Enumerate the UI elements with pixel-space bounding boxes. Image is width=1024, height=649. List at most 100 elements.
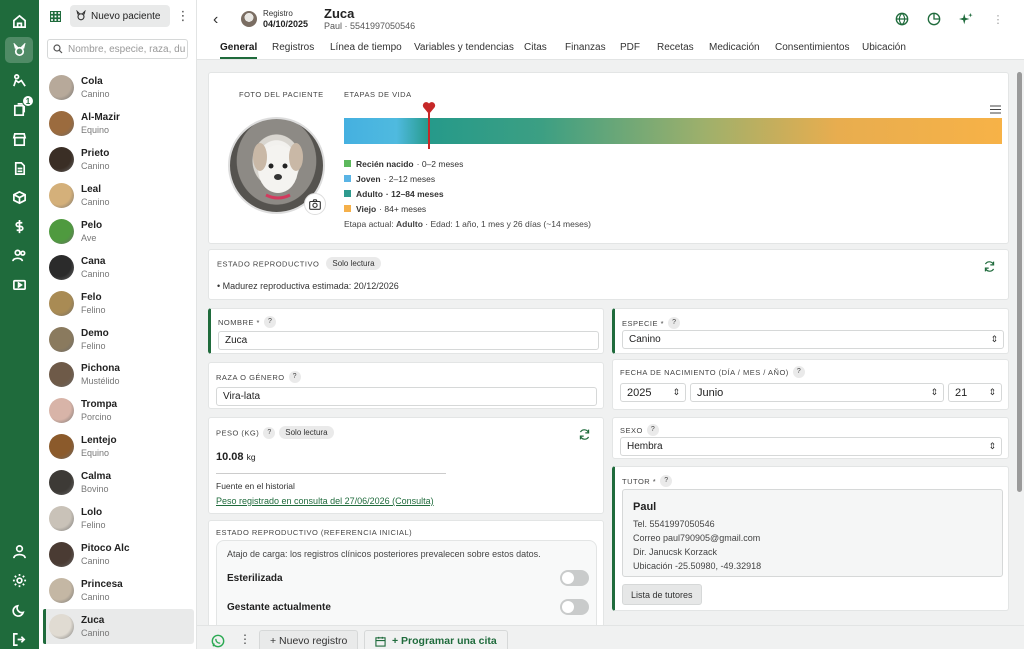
patient-list-item[interactable]: Zuca Canino	[43, 609, 194, 644]
tab-variables[interactable]: Variables y tendencias	[414, 42, 514, 57]
sexo-label: Sexo	[620, 426, 643, 435]
help-icon[interactable]: ?	[263, 426, 276, 439]
back-arrow-icon[interactable]: ‹	[213, 11, 218, 29]
refresh-icon[interactable]	[983, 260, 996, 276]
avatar	[49, 614, 74, 639]
patient-text: Cola Canino	[81, 76, 110, 99]
raza-input[interactable]: Vira-lata	[216, 387, 597, 406]
patient-list-item[interactable]: Cana Canino	[43, 250, 194, 285]
gestante-toggle[interactable]	[560, 599, 589, 615]
dollar-icon[interactable]	[9, 216, 29, 236]
patient-name: Zuca	[324, 6, 355, 21]
patient-list-item[interactable]: Calma Bovino	[43, 465, 194, 500]
schedule-appointment-button[interactable]: + Programar una cita	[364, 630, 508, 649]
patient-text: Trompa Porcino	[81, 399, 117, 422]
patient-list-item[interactable]: Al-Mazir Equino	[43, 106, 194, 141]
fecha-day-value: 21	[955, 386, 968, 399]
refresh-icon[interactable]	[578, 428, 591, 444]
help-icon[interactable]: ?	[646, 424, 659, 437]
more-options-icon[interactable]: ⋮	[990, 11, 1006, 27]
patient-list-item[interactable]: Lentejo Equino	[43, 429, 194, 464]
logout-icon[interactable]	[9, 629, 29, 649]
menu-icon[interactable]	[990, 105, 1002, 115]
tab-ubicacion[interactable]: Ubicación	[862, 42, 906, 57]
peso-source-link[interactable]: Peso registrado en consulta del 27/06/20…	[216, 496, 434, 506]
peso-label: Peso (kg)	[216, 428, 260, 438]
grid-icon[interactable]	[45, 6, 65, 26]
tab-consentimientos[interactable]: Consentimientos	[775, 42, 849, 57]
current-stage-line: Etapa actual: Adulto · Edad: 1 año, 1 me…	[344, 219, 591, 229]
help-icon[interactable]: ?	[792, 366, 805, 379]
tab-citas[interactable]: Citas	[524, 42, 547, 57]
reception-icon[interactable]	[9, 70, 29, 90]
more-options-icon[interactable]: ⋮	[239, 632, 251, 646]
help-icon[interactable]: ?	[263, 316, 276, 329]
globe-icon[interactable]	[894, 11, 910, 27]
fecha-day-select[interactable]: 21 ⇕	[948, 383, 1002, 402]
patient-list-item[interactable]: Pichona Mustélido	[43, 357, 194, 392]
users-icon[interactable]	[9, 245, 29, 265]
patient-list-item[interactable]: Trompa Porcino	[43, 393, 194, 428]
patient-text: Pichona Mustélido	[81, 363, 120, 386]
patient-list-panel: Nuevo paciente ⋮ Nombre, especie, raza, …	[39, 0, 197, 649]
scrollbar[interactable]	[1017, 72, 1022, 492]
box-icon[interactable]	[9, 187, 29, 207]
legend-item: Viejo · 84+ meses	[344, 201, 463, 216]
new-patient-button[interactable]: Nuevo paciente	[70, 5, 170, 27]
patient-list-item[interactable]: Pelo Ave	[43, 214, 194, 249]
patient-name: Felo	[81, 292, 102, 303]
especie-card: Especie *? Canino ⇕	[612, 308, 1009, 354]
help-icon[interactable]: ?	[668, 317, 681, 330]
pie-chart-icon[interactable]	[926, 11, 942, 27]
dark-mode-icon[interactable]	[9, 600, 29, 620]
avatar	[49, 75, 74, 100]
pet-icon[interactable]	[5, 37, 33, 63]
tab-general[interactable]: General	[220, 42, 258, 59]
peso-value: 10.08	[216, 451, 244, 463]
patient-list-item[interactable]: Leal Canino	[43, 178, 194, 213]
patient-species: Felino	[81, 305, 106, 315]
whatsapp-icon[interactable]	[211, 634, 225, 649]
store-icon[interactable]	[9, 129, 29, 149]
sexo-select[interactable]: Hembra ⇕	[620, 437, 1002, 456]
esterilizada-toggle[interactable]	[560, 570, 589, 586]
patient-search-input[interactable]: Nombre, especie, raza, du	[47, 39, 188, 59]
records-icon[interactable]	[9, 158, 29, 178]
documents-icon[interactable]: 1	[9, 95, 34, 119]
camera-icon[interactable]	[304, 193, 326, 215]
fecha-month-select[interactable]: Junio ⇕	[690, 383, 944, 402]
sparkles-icon[interactable]	[958, 11, 974, 27]
patient-list-item[interactable]: Demo Felino	[43, 322, 194, 357]
new-record-button[interactable]: + Nuevo registro	[259, 630, 359, 649]
patient-list-item[interactable]: Felo Felino	[43, 286, 194, 321]
fecha-year-select[interactable]: 2025 ⇕	[620, 383, 686, 402]
patient-text: Leal Canino	[81, 184, 110, 207]
tab-finanzas[interactable]: Finanzas	[565, 42, 606, 57]
tab-pdf[interactable]: PDF	[620, 42, 640, 57]
help-icon[interactable]: ?	[288, 371, 301, 384]
settings-icon[interactable]	[9, 570, 29, 590]
patient-species: Equino	[81, 448, 110, 458]
legend-range: · 84+ meses	[379, 203, 427, 214]
video-icon[interactable]	[9, 274, 29, 294]
nombre-input[interactable]: Zuca	[218, 331, 599, 350]
tab-recetas[interactable]: Recetas	[657, 42, 694, 57]
tab-medicacion[interactable]: Medicación	[709, 42, 760, 57]
tab-registros[interactable]: Registros	[272, 42, 314, 57]
patient-list-item[interactable]: Princesa Canino	[43, 573, 194, 608]
user-icon[interactable]	[9, 541, 29, 561]
patient-species: Felino	[81, 341, 106, 351]
patient-list-item[interactable]: Cola Canino	[43, 70, 194, 105]
especie-select[interactable]: Canino ⇕	[622, 330, 1004, 349]
patient-list-item[interactable]: Pitoco Alc Canino	[43, 537, 194, 572]
help-icon[interactable]: ?	[660, 475, 673, 488]
tutor-list-button[interactable]: Lista de tutores	[622, 584, 702, 605]
patient-list-item[interactable]: Prieto Canino	[43, 142, 194, 177]
home-icon[interactable]	[9, 11, 29, 31]
nombre-card: Nombre *? Zuca	[208, 308, 604, 354]
select-arrows-icon: ⇕	[930, 387, 938, 397]
patient-list-item[interactable]: Lolo Felino	[43, 501, 194, 536]
tab-linea-de-tiempo[interactable]: Línea de tiempo	[330, 42, 402, 57]
avatar	[49, 255, 74, 280]
more-options-icon[interactable]: ⋮	[176, 8, 190, 24]
